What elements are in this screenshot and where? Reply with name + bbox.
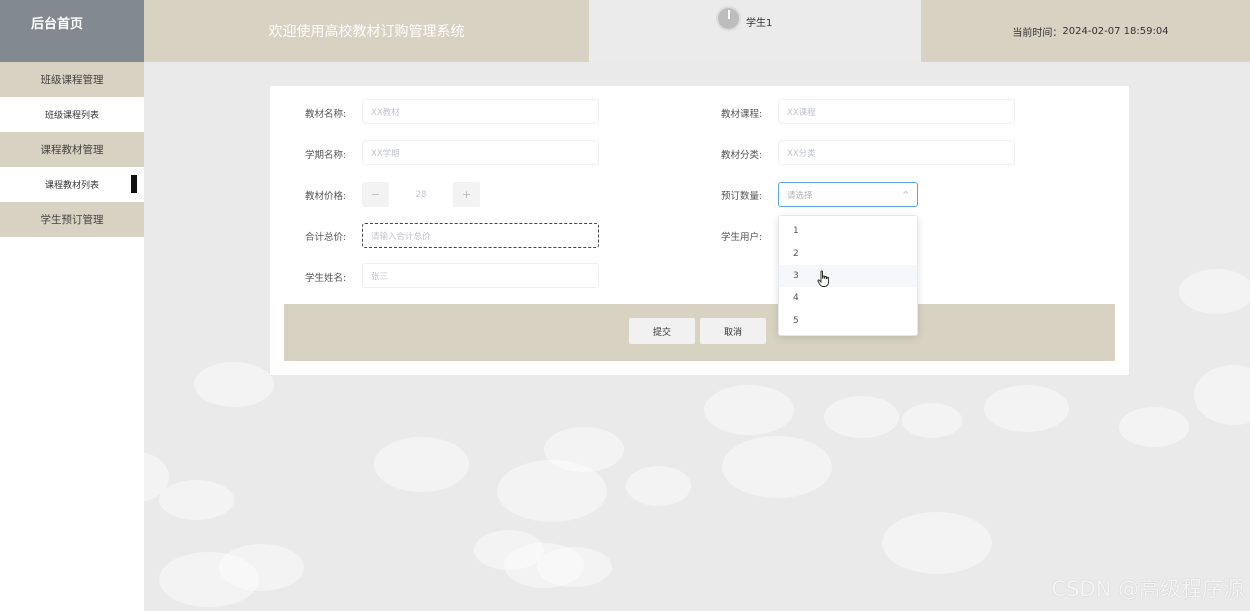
dropdown-option[interactable]: 1	[779, 220, 917, 242]
order-qty-dropdown: 1 2 3 4 5	[778, 215, 918, 336]
textbook-name-field[interactable]: XX教材	[362, 99, 599, 124]
increment-button[interactable]: +	[453, 182, 480, 207]
sidebar-group-label: 学生预订管理	[40, 214, 104, 226]
dropdown-option-hovered[interactable]: 3	[779, 264, 917, 288]
user-bar	[589, 0, 921, 62]
total-price-field[interactable]: 请输入合计总价	[362, 223, 599, 248]
order-qty-select[interactable]: 请选择 ^	[778, 182, 918, 207]
order-qty-placeholder: 请选择	[787, 190, 813, 201]
sidebar-item-course-textbook-list[interactable]: 课程教材列表	[0, 167, 144, 202]
textbook-course-label: 教材课程:	[721, 109, 763, 120]
active-indicator	[131, 175, 137, 193]
brand-label: 后台首页	[30, 16, 83, 32]
term-name-label: 学期名称:	[305, 150, 347, 161]
sidebar-group-label: 课程教材管理	[40, 144, 104, 156]
avatar-icon[interactable]	[716, 6, 741, 31]
time-value: 2024-02-07 18:59:04	[1062, 25, 1169, 37]
submit-button[interactable]: 提交	[629, 318, 695, 344]
sidebar-item-label: 班级课程列表	[44, 111, 99, 121]
sidebar-item-class-course-list[interactable]: 班级课程列表	[0, 97, 144, 132]
price-value[interactable]: 28	[389, 182, 453, 207]
sidebar-item-label: 课程教材列表	[44, 181, 99, 191]
sidebar-group-class-course[interactable]: 班级课程管理	[0, 62, 144, 97]
dropdown-option[interactable]: 4	[779, 287, 917, 309]
textbook-category-label: 教材分类:	[721, 150, 763, 161]
student-name-field[interactable]: 张三	[362, 263, 599, 288]
decrement-button[interactable]: −	[362, 182, 389, 207]
sidebar-group-student-order[interactable]: 学生预订管理	[0, 202, 144, 237]
textbook-course-field[interactable]: XX课程	[778, 99, 1015, 124]
price-label: 教材价格:	[305, 191, 347, 202]
textbook-category-field[interactable]: XX分类	[778, 140, 1015, 165]
order-qty-label: 预订数量:	[721, 191, 763, 202]
sidebar-group-course-textbook[interactable]: 课程教材管理	[0, 132, 144, 167]
price-stepper: − 28 +	[362, 182, 480, 207]
system-title: 欢迎使用高校教材订购管理系统	[268, 24, 465, 40]
username[interactable]: 学生1	[746, 14, 772, 29]
cancel-button[interactable]: 取消	[700, 318, 766, 344]
hand-cursor-icon	[817, 270, 829, 287]
dropdown-option[interactable]: 5	[779, 310, 917, 332]
system-title-banner: 欢迎使用高校教材订购管理系统	[144, 0, 589, 62]
chevron-up-icon: ^	[902, 190, 909, 199]
watermark: CSDN @高级程序源	[1051, 577, 1244, 601]
student-user-label: 学生用户:	[721, 232, 763, 243]
brand-home-link[interactable]: 后台首页	[0, 0, 144, 62]
textbook-name-label: 教材名称:	[305, 109, 347, 120]
dropdown-option[interactable]: 2	[779, 242, 917, 264]
total-price-label: 合计总价:	[305, 232, 347, 243]
student-name-label: 学生姓名:	[305, 273, 347, 284]
time-label: 当前时间：	[1012, 27, 1063, 39]
sidebar: 班级课程管理 班级课程列表 课程教材管理 课程教材列表 学生预订管理	[0, 62, 144, 611]
term-name-field[interactable]: XX学期	[362, 140, 599, 165]
sidebar-group-label: 班级课程管理	[40, 74, 104, 86]
current-time-bar: 当前时间： 2024-02-07 18:59:04	[921, 0, 1250, 62]
